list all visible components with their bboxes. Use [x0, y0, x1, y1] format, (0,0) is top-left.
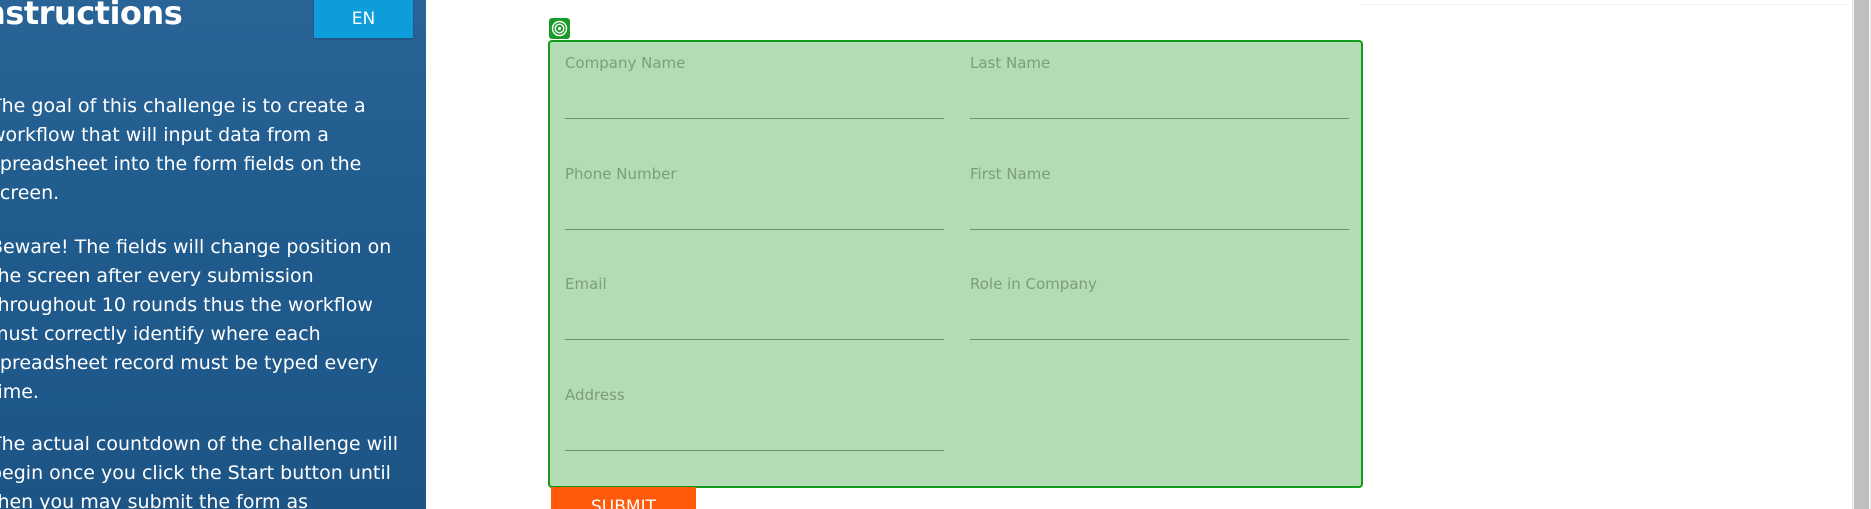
- field-first-name: First Name: [970, 157, 1349, 241]
- first-name-input[interactable]: [970, 191, 1349, 230]
- instructions-paragraph-3: The actual countdown of the challenge wi…: [0, 433, 398, 509]
- scrollbar-thumb[interactable]: [1854, 0, 1869, 509]
- target-icon: [549, 18, 570, 39]
- field-label: Last Name: [970, 54, 1051, 72]
- field-company-name: Company Name: [565, 46, 944, 130]
- field-label: Role in Company: [970, 275, 1097, 293]
- top-divider: [1360, 4, 1850, 5]
- field-email: Email: [565, 267, 944, 351]
- sidebar-title: nstructions: [0, 0, 183, 32]
- challenge-form: Company Name Last Name Phone Number Firs…: [548, 40, 1363, 488]
- field-label: Company Name: [565, 54, 686, 72]
- field-last-name: Last Name: [970, 46, 1349, 130]
- role-in-company-input[interactable]: [970, 301, 1349, 340]
- instructions-sidebar: nstructions EN The goal of this challeng…: [0, 0, 426, 509]
- field-phone-number: Phone Number: [565, 157, 944, 241]
- field-label: Address: [565, 386, 625, 404]
- submit-button[interactable]: SUBMIT: [551, 487, 696, 509]
- phone-number-input[interactable]: [565, 191, 944, 230]
- language-button[interactable]: EN: [314, 0, 413, 38]
- field-role-in-company: Role in Company: [970, 267, 1349, 351]
- instructions-paragraph-2: Beware! The fields will change position …: [0, 236, 392, 403]
- field-label: First Name: [970, 165, 1051, 183]
- instructions-paragraph-1: The goal of this challenge is to create …: [0, 95, 366, 204]
- last-name-input[interactable]: [970, 80, 1349, 119]
- page: nstructions EN The goal of this challeng…: [0, 0, 1871, 509]
- field-label: Email: [565, 275, 607, 293]
- company-name-input[interactable]: [565, 80, 944, 119]
- field-label: Phone Number: [565, 165, 677, 183]
- address-input[interactable]: [565, 412, 944, 451]
- field-address: Address: [565, 378, 944, 462]
- email-input[interactable]: [565, 301, 944, 340]
